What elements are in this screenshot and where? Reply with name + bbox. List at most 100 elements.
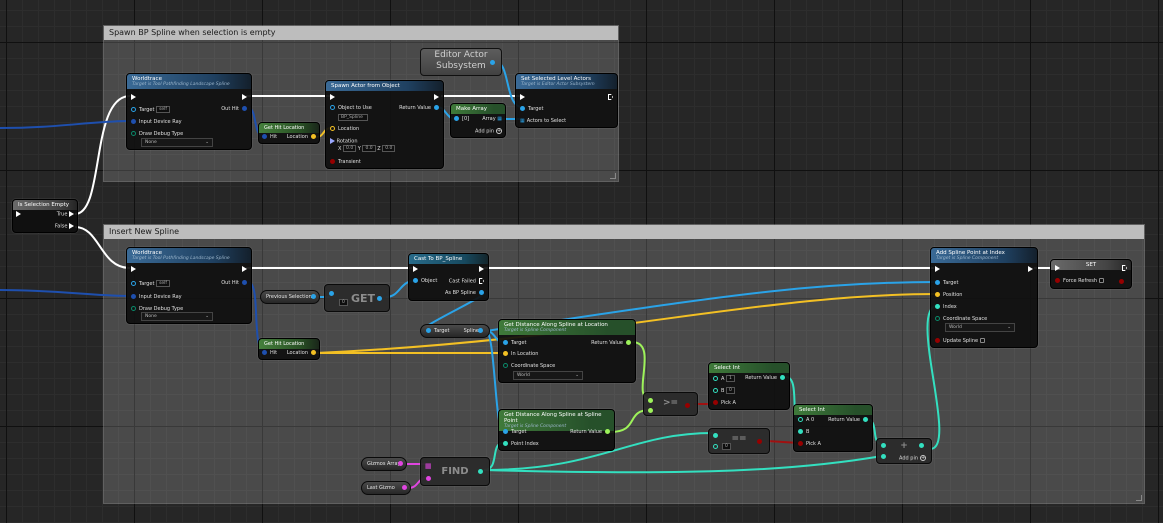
worldtrace-exec-out[interactable] <box>242 94 247 101</box>
object-pin-icon[interactable] <box>330 105 335 110</box>
int-pin-icon[interactable] <box>863 417 868 422</box>
object-asset-field[interactable]: BP_Spline <box>338 114 368 121</box>
array-pin-icon[interactable] <box>398 461 403 466</box>
select-b-pin[interactable]: B <box>798 429 809 435</box>
array-out-pin[interactable]: Array ▦ <box>482 116 502 122</box>
exec-pin-icon[interactable] <box>69 211 74 217</box>
pick-a-pin[interactable]: Pick A <box>713 400 736 406</box>
worldtrace-ray-pin[interactable]: Input Device Ray <box>131 119 182 125</box>
select-a-pin[interactable]: A 0 <box>798 417 814 423</box>
equal-node[interactable]: 0 == <box>708 428 770 454</box>
select-int-node-1[interactable]: Select Int A 1 Return Value B 0 Pick A <box>708 362 790 410</box>
bool-pin-icon[interactable] <box>330 159 335 164</box>
previous-selection-getter[interactable]: Previous Selection <box>260 290 320 304</box>
spawn-exec-out[interactable] <box>434 94 439 101</box>
target-pin[interactable]: Target <box>503 429 526 435</box>
object-pin-icon[interactable] <box>413 278 418 283</box>
draw-debug-dropdown[interactable]: None <box>141 312 213 321</box>
coordinate-space-pin[interactable]: Coordinate Space <box>935 316 987 322</box>
worldtrace-target-pin[interactable]: Target self <box>131 106 171 113</box>
rotation-z-field[interactable]: 0.0 <box>382 145 396 152</box>
get-distance-at-location-node[interactable]: Get Distance Along Spline at Location Tar… <box>498 319 636 383</box>
cast-exec-out[interactable] <box>479 266 484 273</box>
enum-pin-icon[interactable] <box>935 316 940 321</box>
target-pin[interactable]: Target <box>503 340 526 346</box>
comment-resize-handle[interactable] <box>1136 495 1142 501</box>
worldtrace-exec-in[interactable] <box>131 266 136 273</box>
object-pin-icon[interactable] <box>434 105 439 110</box>
bool-pin-icon[interactable] <box>798 441 803 446</box>
return-value-pin[interactable]: Return Value <box>591 340 631 346</box>
exec-pin-icon[interactable] <box>1122 265 1127 271</box>
float-pin-icon[interactable] <box>605 429 610 434</box>
get-hit-location-node-1[interactable]: Get Hit Location Hit Location <box>258 122 320 144</box>
rotator-pin-icon[interactable] <box>330 138 335 144</box>
struct-pin-icon[interactable] <box>242 106 247 111</box>
bool-pin-icon[interactable] <box>935 338 940 343</box>
object-pin-icon[interactable] <box>479 290 484 295</box>
vector-pin-icon[interactable] <box>311 350 316 355</box>
add-exec-in[interactable] <box>935 266 940 273</box>
int-pin-icon[interactable] <box>503 441 508 446</box>
array-pin-icon[interactable] <box>329 291 334 296</box>
pick-a-pin[interactable]: Pick A <box>798 441 821 447</box>
branch-node[interactable]: Is Selection Empty True False <box>12 199 78 233</box>
add-int-node[interactable]: + Add pin + <box>876 438 932 464</box>
vector-pin-icon[interactable] <box>330 126 335 131</box>
exec-pin-icon[interactable] <box>330 94 335 100</box>
add-pin-icon[interactable]: + <box>920 455 927 461</box>
add-exec-out[interactable] <box>1028 266 1033 273</box>
int-pin-icon[interactable] <box>713 376 718 381</box>
add-pin-button[interactable]: Add pin + <box>899 455 927 462</box>
index-field[interactable]: 0 <box>339 299 348 306</box>
object-pin-icon[interactable] <box>478 328 483 333</box>
update-spline-pin[interactable]: Update Spline <box>935 338 988 344</box>
exec-pin-icon[interactable] <box>479 278 484 284</box>
actors-to-select-pin[interactable]: ▦ Actors to Select <box>520 118 566 124</box>
object-pin-icon[interactable] <box>454 116 459 121</box>
b-value-field[interactable]: 0 <box>726 387 735 394</box>
hit-pin[interactable]: Hit <box>262 134 277 140</box>
exec-pin-icon[interactable] <box>242 266 247 272</box>
get-distance-at-point-node[interactable]: Get Distance Along Spline at Spline Poin… <box>498 409 615 451</box>
object-pin-icon[interactable] <box>520 106 525 111</box>
worldtrace-ray-pin[interactable]: Input Device Ray <box>131 294 182 300</box>
return-value-pin[interactable]: Return Value <box>399 105 439 111</box>
object-pin-icon[interactable] <box>426 328 431 333</box>
exec-pin-icon[interactable] <box>1055 265 1060 271</box>
exec-pin-icon[interactable] <box>131 94 136 100</box>
int-pin-icon[interactable] <box>478 469 483 474</box>
force-refresh-pin[interactable]: Force Refresh <box>1055 278 1107 284</box>
comment-title-spawn[interactable]: Spawn BP Spline when selection is empty <box>104 26 618 40</box>
as-bp-spline-pin[interactable]: As BP Spline <box>445 290 484 296</box>
coordinate-space-dropdown[interactable]: World <box>513 371 583 380</box>
point-index-pin[interactable]: Point Index <box>503 441 539 447</box>
exec-pin-icon[interactable] <box>520 94 525 100</box>
array-find-node[interactable]: ▦ FIND <box>420 457 490 486</box>
exec-pin-icon[interactable] <box>413 266 418 272</box>
worldtrace-node-1[interactable]: Worldtrace Target is Tool Pathfinding Lan… <box>126 73 252 150</box>
update-spline-checkbox[interactable] <box>979 338 985 343</box>
worldtrace-debug-pin[interactable]: Draw Debug Type <box>131 131 183 137</box>
coordinate-space-pin[interactable]: Coordinate Space <box>503 363 555 369</box>
vector-pin-icon[interactable] <box>311 134 316 139</box>
return-value-pin[interactable]: Return Value <box>745 375 785 381</box>
cast-failed-pin[interactable]: Cast Failed <box>449 278 484 285</box>
object-pin-icon[interactable] <box>935 280 940 285</box>
object-pin-icon[interactable] <box>503 340 508 345</box>
comment-title-insert[interactable]: Insert New Spline <box>104 225 1144 239</box>
spline-component-getter[interactable]: Target Spline <box>420 324 490 338</box>
add-pin-icon[interactable]: + <box>496 128 502 134</box>
add-spline-point-node[interactable]: Add Spline Point at Index Target is Splin… <box>930 247 1038 348</box>
exec-pin-icon[interactable] <box>608 94 613 100</box>
int-pin-icon[interactable] <box>919 443 924 448</box>
in-location-pin[interactable]: In Location <box>503 351 538 357</box>
exec-pin-icon[interactable] <box>69 223 74 229</box>
cast-exec-in[interactable] <box>413 266 418 273</box>
bool-pin-icon[interactable] <box>757 439 762 444</box>
target-self-field[interactable]: self <box>156 106 171 113</box>
make-array-node[interactable]: Make Array [0] Array ▦ Add pin + <box>450 103 506 138</box>
last-gizmo-getter[interactable]: Last Gizmo <box>361 481 411 495</box>
exec-pin-icon[interactable] <box>242 94 247 100</box>
transient-pin[interactable]: Transient <box>330 159 361 165</box>
